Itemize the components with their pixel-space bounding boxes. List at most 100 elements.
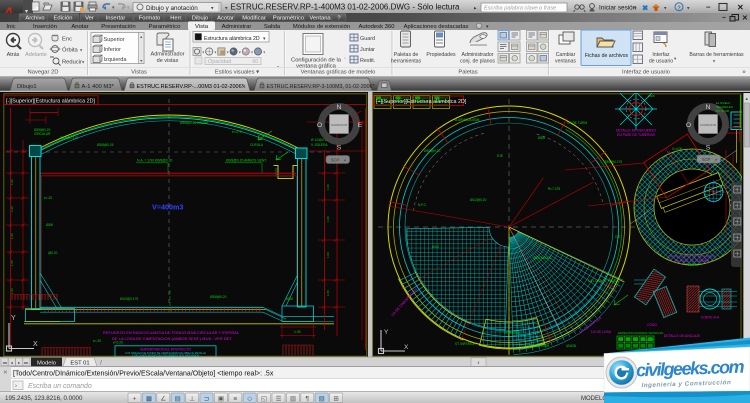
svg-text:⊞: ⊞ (333, 396, 339, 403)
svg-text:·: · (44, 343, 45, 347)
svg-text:▾: ▾ (202, 50, 204, 55)
svg-text:Ø3/8@0.175: Ø3/8@0.175 (60, 136, 78, 140)
svg-text:Ver: Ver (85, 16, 94, 22)
svg-text:Inserción: Inserción (33, 24, 57, 30)
svg-text:Ø3/8@0.20: Ø3/8@0.20 (424, 149, 441, 153)
svg-text:CORTE A-A: CORTE A-A (701, 316, 720, 320)
svg-text:▸: ▸ (18, 360, 20, 365)
svg-text:[-][Superior][Estructura alámb: [-][Superior][Estructura alámbrica 2D] (6, 99, 95, 105)
svg-text:Modelo: Modelo (37, 361, 56, 367)
svg-text:Atrás: Atrás (7, 52, 20, 58)
svg-text:¶: ¶ (306, 396, 310, 403)
svg-text:ventanas: ventanas (555, 59, 576, 65)
svg-text:Reducir: Reducir (62, 60, 82, 66)
svg-text:·: · (55, 343, 56, 347)
svg-text:·: · (83, 343, 84, 347)
svg-text:REFUERZO EN RADIO/CUANTIA DE F: REFUERZO EN RADIO/CUANTIA DE FONDO Ø3/8 … (103, 330, 240, 335)
svg-text:[Todo/Centro/DInámico/Extensió: [Todo/Centro/DInámico/Extensión/Previo/E… (13, 370, 274, 377)
svg-text:+: + (133, 396, 137, 403)
svg-text:195.2435, 123.8216, 0.0000: 195.2435, 123.8216, 0.0000 (5, 395, 83, 402)
svg-text:Insertar: Insertar (106, 16, 126, 22)
svg-text:V=4.00: V=4.00 (672, 147, 682, 151)
svg-text:Cambiar: Cambiar (556, 52, 576, 58)
svg-text:Ø1/2@0.175: Ø1/2@0.175 (120, 297, 138, 301)
svg-text:ST. SUPERIOR: ST. SUPERIOR (527, 344, 550, 348)
svg-text:▾: ▾ (344, 159, 346, 163)
svg-text:Dibujo: Dibujo (192, 16, 208, 22)
svg-text:▧: ▧ (319, 396, 325, 403)
svg-text:⊐: ⊐ (204, 396, 210, 403)
svg-text:X: X (33, 341, 38, 348)
svg-text:≡: ≡ (233, 396, 237, 403)
svg-text:1.05: 1.05 (10, 288, 14, 294)
svg-text:Aplicaciones destacadas: Aplicaciones destacadas (404, 24, 469, 30)
svg-text:X: X (404, 344, 409, 351)
svg-text:·: · (77, 343, 78, 347)
svg-text:Propiedades: Propiedades (426, 52, 456, 58)
svg-text:4T. RADIAL: 4T. RADIAL (504, 331, 521, 335)
svg-text:SCP: SCP (331, 158, 340, 163)
svg-text:Ø3/8@0.175: Ø3/8@0.175 (604, 160, 622, 164)
svg-text:civilgeeks.com: civilgeeks.com (636, 357, 745, 381)
svg-text:1.05: 1.05 (10, 233, 14, 239)
svg-text:Inic: Inic (6, 24, 15, 30)
svg-text:Ø3/8@0.25: Ø3/8@0.25 (97, 143, 114, 147)
svg-text:Dibujo1: Dibujo1 (17, 84, 37, 90)
svg-text:1.05: 1.05 (10, 206, 14, 212)
svg-text:▾: ▾ (715, 158, 717, 162)
svg-text:Fichas de archivos: Fichas de archivos (585, 53, 629, 59)
svg-text:·: · (66, 343, 67, 347)
svg-text:Y: Y (11, 315, 16, 322)
svg-text:S: S (706, 145, 711, 152)
svg-text:EN PASE DE TUBERIAS: EN PASE DE TUBERIAS (617, 133, 656, 137)
svg-text:V=400m3: V=400m3 (152, 203, 183, 212)
svg-text:Presentación: Presentación (101, 24, 135, 30)
svg-text:Vistas: Vistas (131, 70, 147, 76)
svg-text:Paletas: Paletas (458, 70, 477, 76)
svg-text:1/4 DE T.ARM: 1/4 DE T.ARM (567, 121, 587, 125)
svg-text:C.E.: C.E. (615, 235, 621, 239)
svg-text:Opacidad: Opacidad (208, 59, 231, 65)
svg-text:1.05: 1.05 (10, 179, 14, 185)
svg-text:1.30: 1.30 (294, 330, 301, 334)
svg-text:Adelante: Adelante (25, 52, 47, 58)
svg-text:Salida: Salida (264, 24, 281, 30)
svg-text:◂: ◂ (11, 360, 13, 365)
svg-text:·: · (50, 343, 51, 347)
svg-text:Acotar: Acotar (217, 16, 234, 22)
svg-text:▦: ▦ (146, 396, 152, 403)
svg-text:Interfaz de usuario: Interfaz de usuario (622, 70, 670, 76)
svg-text:Dibujo y anotación: Dibujo y anotación (146, 5, 198, 12)
svg-text:Paramétrico: Paramétrico (273, 16, 304, 22)
svg-text:·: · (88, 343, 89, 347)
svg-text:▾: ▾ (214, 50, 216, 55)
svg-text:EST 01: EST 01 (70, 361, 89, 367)
svg-text:V. SOLERA: V. SOLERA (311, 143, 328, 147)
svg-text:Enc: Enc (62, 37, 72, 43)
svg-text:e=.075: e=.075 (232, 130, 242, 134)
svg-text:ESTRUC.RESERV.RP-...00M3 01-0: ESTRUC.RESERV.RP-...00M3 01-02-2006* (137, 84, 245, 90)
svg-text:Iniciar sesión: Iniciar sesión (599, 5, 637, 12)
svg-text:SUPERIOR: SUPERIOR (700, 123, 717, 127)
svg-text:PLANTA: PLANTA (686, 263, 699, 267)
svg-text:Ø3/8@0.20 RADIAL: Ø3/8@0.20 RADIAL (180, 121, 209, 125)
svg-text:Escriba un comando: Escriba un comando (28, 383, 92, 390)
svg-text:de vistas: de vistas (157, 58, 179, 64)
svg-text:e=0.20: e=0.20 (113, 341, 123, 345)
svg-text:SUPERIOR: SUPERIOR (331, 123, 348, 127)
svg-text:▣: ▣ (218, 396, 224, 403)
svg-text:MODELO: MODELO (581, 396, 607, 402)
svg-text:ST. INFERIOR: ST. INFERIOR (455, 342, 476, 346)
svg-text:1.05: 1.05 (10, 260, 14, 266)
svg-text:‹: ‹ (478, 360, 480, 366)
svg-text:CUPULA: CUPULA (250, 143, 264, 147)
svg-text:Navegar 2D: Navegar 2D (28, 70, 59, 76)
svg-text:conj. de planos: conj. de planos (460, 59, 495, 65)
svg-text:60: 60 (252, 59, 258, 65)
svg-text:Y: Y (384, 329, 389, 336)
svg-text:V: V (667, 150, 670, 155)
svg-text:N: N (337, 104, 342, 111)
svg-text:N: N (706, 104, 711, 111)
svg-text:Ø3/8@0.20: Ø3/8@0.20 (210, 295, 227, 299)
svg-text:Edición: Edición (53, 16, 72, 22)
